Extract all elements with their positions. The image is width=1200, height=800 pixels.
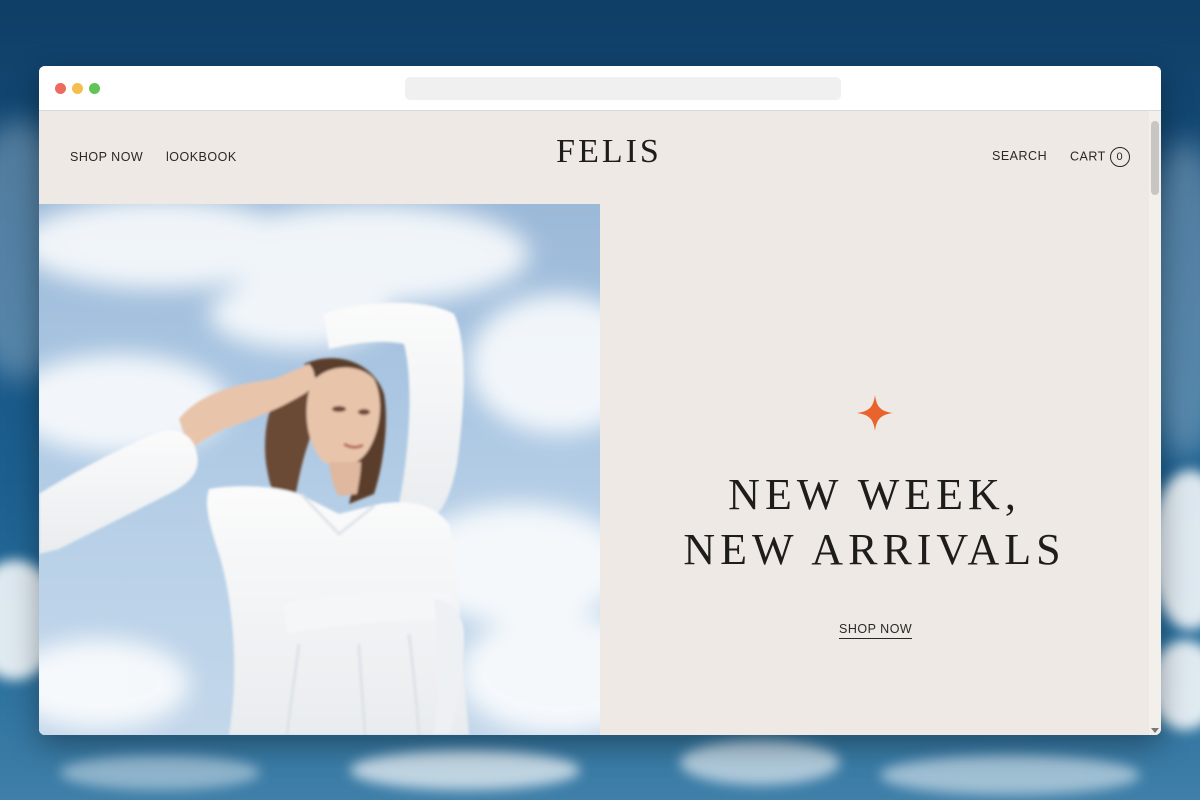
nav-search-link[interactable]: SEARCH xyxy=(992,149,1047,163)
cart-label: CART xyxy=(1070,149,1106,164)
address-bar[interactable] xyxy=(405,77,841,100)
minimize-window-button[interactable] xyxy=(72,83,83,94)
cart-count-badge: 0 xyxy=(1109,147,1130,167)
hero-text-panel: NEW WEEK, NEW ARRIVALS SHOP NOW xyxy=(600,204,1149,735)
close-window-button[interactable] xyxy=(55,83,66,94)
four-point-star-icon xyxy=(857,395,893,431)
scroll-down-arrow-icon[interactable] xyxy=(1151,728,1159,733)
browser-titlebar xyxy=(39,66,1161,111)
page-scrollbar[interactable] xyxy=(1149,111,1161,735)
hero-image xyxy=(39,204,600,735)
nav-shop-now-link[interactable]: SHOP NOW xyxy=(70,150,143,164)
browser-window: SHOP NOW lOOKBOOK FELIS SEARCH CART 0 NE… xyxy=(39,66,1161,735)
hero-headline-line1: NEW WEEK, xyxy=(728,470,1021,519)
web-page: SHOP NOW lOOKBOOK FELIS SEARCH CART 0 NE… xyxy=(39,111,1149,735)
hero-shop-now-link[interactable]: SHOP NOW xyxy=(839,622,913,639)
hero-headline-line2: NEW ARRIVALS xyxy=(683,525,1066,574)
nav-cart-link[interactable]: CART 0 xyxy=(1070,147,1130,167)
brand-logo[interactable]: FELIS xyxy=(556,133,662,170)
hero-photo-illustration xyxy=(39,204,600,735)
scrollbar-thumb[interactable] xyxy=(1151,121,1159,195)
nav-lookbook-link[interactable]: lOOKBOOK xyxy=(166,150,237,164)
maximize-window-button[interactable] xyxy=(89,83,100,94)
